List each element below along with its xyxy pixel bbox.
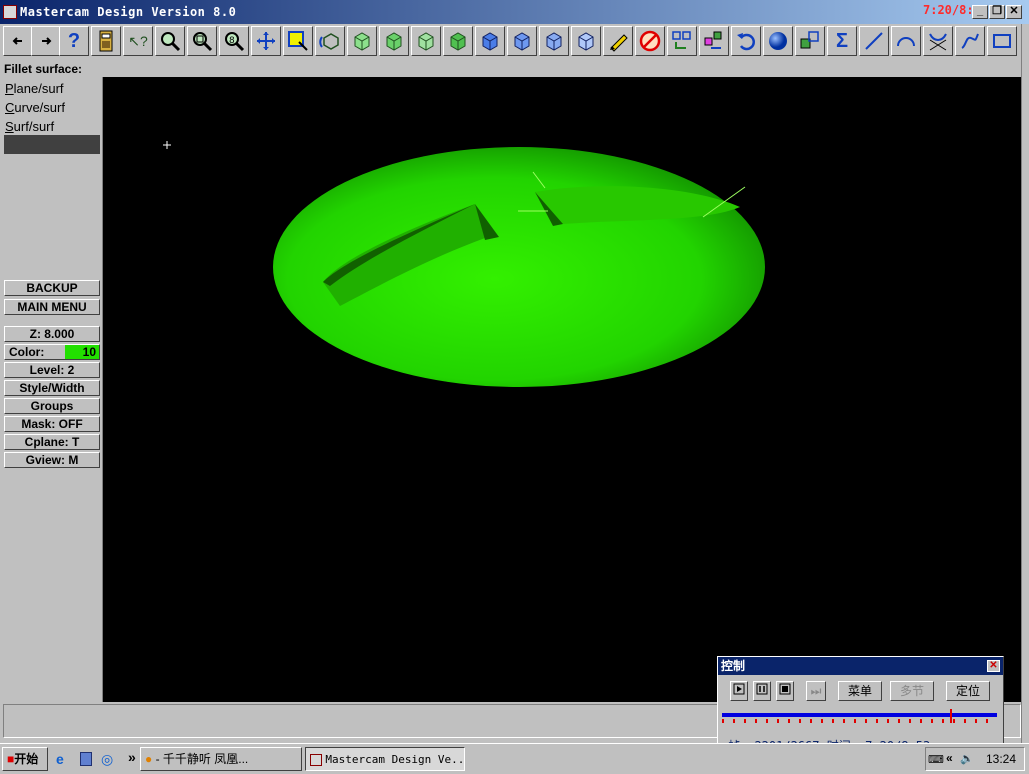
pause-icon[interactable] bbox=[753, 681, 771, 701]
svg-text:8: 8 bbox=[229, 36, 235, 46]
zoom-window-icon[interactable] bbox=[155, 26, 185, 56]
cplane-front-icon[interactable] bbox=[507, 26, 537, 56]
forward-arrow-icon[interactable] bbox=[31, 26, 61, 56]
pan-icon[interactable] bbox=[251, 26, 281, 56]
copy-transform-icon[interactable] bbox=[699, 26, 729, 56]
zoom-half-icon[interactable]: 8 bbox=[219, 26, 249, 56]
right-border bbox=[1021, 24, 1029, 744]
cplane-top-icon[interactable] bbox=[475, 26, 505, 56]
rotate-view-icon[interactable] bbox=[315, 26, 345, 56]
groups-button[interactable]: Groups bbox=[4, 398, 100, 414]
calculator-icon[interactable] bbox=[91, 26, 121, 56]
shaded-sphere-icon[interactable] bbox=[763, 26, 793, 56]
fit-zoom-icon[interactable] bbox=[187, 26, 217, 56]
menu-item-surf-surf[interactable]: Surf/surf bbox=[5, 119, 54, 134]
tick-marks bbox=[722, 719, 997, 723]
main-toolbar: ? ↖? 8 Σ bbox=[0, 24, 1022, 60]
system-tray: ⌨ « 🔉 13:24 bbox=[925, 747, 1025, 771]
arc-icon[interactable] bbox=[891, 26, 921, 56]
mastercam-app-icon[interactable] bbox=[3, 5, 17, 19]
cplane-button[interactable]: Cplane: T bbox=[4, 434, 100, 450]
desktop-icon[interactable] bbox=[80, 752, 92, 766]
title-bar: Mastercam Design Version 8.0 7:20/8:53 _… bbox=[0, 0, 1029, 24]
music-player-icon: ● bbox=[145, 752, 153, 766]
undo-rotate-icon[interactable] bbox=[731, 26, 761, 56]
clock: 13:24 bbox=[986, 752, 1017, 766]
translate-icon[interactable] bbox=[667, 26, 697, 56]
multi-section-button[interactable]: 多节 bbox=[890, 681, 934, 701]
side-view-icon[interactable] bbox=[443, 26, 473, 56]
fillet-icon[interactable] bbox=[923, 26, 953, 56]
back-arrow-icon[interactable] bbox=[3, 26, 33, 56]
help-icon[interactable]: ? bbox=[59, 26, 89, 56]
volume-icon[interactable]: 🔉 bbox=[960, 752, 974, 765]
color-swatch: 10 bbox=[65, 345, 99, 359]
keyboard-icon[interactable]: ⌨ bbox=[928, 753, 944, 766]
mastercam-task-icon bbox=[310, 753, 322, 766]
sigma-icon[interactable]: Σ bbox=[827, 26, 857, 56]
taskbar-music-player[interactable]: ● - 千千静听 凤凰... bbox=[140, 747, 302, 771]
menu-button[interactable]: 菜单 bbox=[838, 681, 882, 701]
graphics-viewport[interactable] bbox=[103, 77, 1021, 702]
cplane-3d-icon[interactable] bbox=[571, 26, 601, 56]
restore-icon[interactable]: ❐ bbox=[989, 5, 1005, 19]
color-label: Color: bbox=[9, 345, 45, 359]
screen-edit-icon[interactable] bbox=[603, 26, 633, 56]
line-icon[interactable] bbox=[859, 26, 889, 56]
progress-fill bbox=[722, 713, 997, 717]
menu-item-empty-highlighted[interactable] bbox=[4, 135, 100, 154]
isometric-view-icon[interactable] bbox=[347, 26, 377, 56]
stop-icon[interactable] bbox=[776, 681, 794, 701]
ie-icon[interactable]: e bbox=[56, 751, 64, 767]
fillet-surface-model bbox=[163, 141, 765, 387]
control-close-icon[interactable]: ✕ bbox=[987, 660, 1000, 672]
sidebar-menu: Plane/surf Curve/surf Surf/surf BACKUP M… bbox=[0, 77, 103, 702]
menu-item-curve-surf[interactable]: Curve/surf bbox=[5, 100, 65, 115]
color-button[interactable]: Color: 10 bbox=[4, 344, 100, 360]
backup-button[interactable]: BACKUP bbox=[4, 280, 100, 296]
control-window[interactable]: 控制 ✕ ⏭ 菜单 多节 定位 帧: 2201/2667 时间: 7:20/8:… bbox=[717, 656, 1004, 753]
close-icon[interactable]: ✕ bbox=[1006, 5, 1022, 19]
rectangle-icon[interactable] bbox=[987, 26, 1017, 56]
cplane-side-icon[interactable] bbox=[539, 26, 569, 56]
quicklaunch-chevron[interactable]: » bbox=[128, 749, 136, 765]
gview-button[interactable]: Gview: M bbox=[4, 452, 100, 468]
progress-track[interactable] bbox=[722, 709, 997, 727]
crosshair-cursor-icon bbox=[163, 141, 171, 149]
top-view-icon[interactable] bbox=[379, 26, 409, 56]
prompt-label: Fillet surface: bbox=[4, 62, 83, 76]
front-view-icon[interactable] bbox=[411, 26, 441, 56]
window-title: Mastercam Design Version 8.0 bbox=[20, 5, 237, 19]
mask-button[interactable]: Mask: OFF bbox=[4, 416, 100, 432]
tray-chevron[interactable]: « bbox=[946, 751, 953, 765]
control-title: 控制 bbox=[718, 657, 1003, 675]
style-width-button[interactable]: Style/Width bbox=[4, 380, 100, 396]
spline-icon[interactable] bbox=[955, 26, 985, 56]
play-icon[interactable] bbox=[730, 681, 748, 701]
z-depth-button[interactable]: Z: 8.000 bbox=[4, 326, 100, 342]
step-forward-icon[interactable]: ⏭ bbox=[806, 681, 826, 701]
group-select-icon[interactable] bbox=[795, 26, 825, 56]
select-window-icon[interactable] bbox=[283, 26, 313, 56]
media-icon[interactable]: ◎ bbox=[101, 751, 113, 768]
taskbar-mastercam[interactable]: Mastercam Design Ve... bbox=[305, 747, 465, 771]
locate-button[interactable]: 定位 bbox=[946, 681, 990, 701]
progress-thumb[interactable] bbox=[950, 709, 952, 723]
level-button[interactable]: Level: 2 bbox=[4, 362, 100, 378]
taskbar: ■开始 e ◎ » ● - 千千静听 凤凰... Mastercam Desig… bbox=[0, 743, 1029, 774]
no-blank-icon[interactable] bbox=[635, 26, 665, 56]
start-button[interactable]: ■开始 bbox=[2, 747, 48, 771]
menu-item-plane-surf[interactable]: Plane/surf bbox=[5, 81, 64, 96]
minimize-icon[interactable]: _ bbox=[972, 5, 988, 19]
main-menu-button[interactable]: MAIN MENU bbox=[4, 299, 100, 315]
analyze-icon[interactable]: ↖? bbox=[123, 26, 153, 56]
